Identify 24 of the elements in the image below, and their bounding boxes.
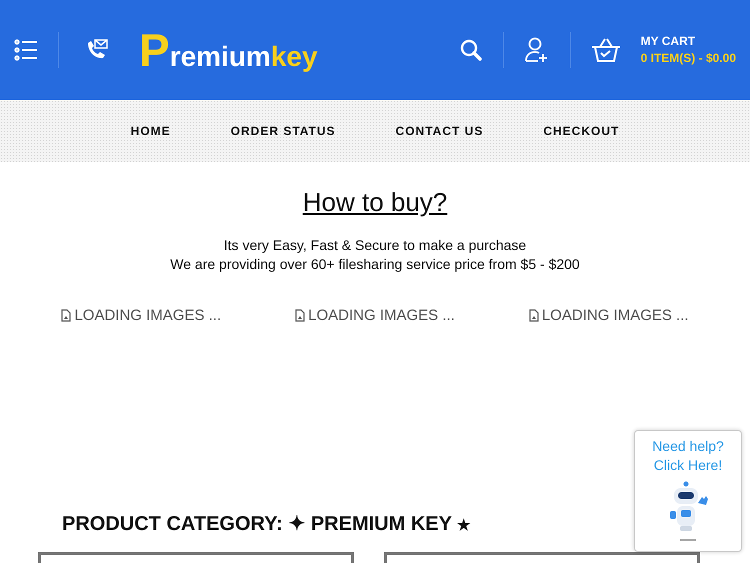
nav-link[interactable]: CONTACT US	[396, 124, 484, 138]
intro-text: Its very Easy, Fast & Secure to make a purchase	[222, 236, 528, 255]
menu-icon[interactable]	[14, 39, 38, 61]
image-file-icon	[528, 309, 539, 322]
nav-link[interactable]: ORDER STATUS	[230, 124, 336, 138]
loading-text: LOADING IMAGES ...	[74, 307, 222, 324]
intro-text: We are providing over 60+ filesharing service price from $5 - $200	[169, 255, 581, 274]
nav-link[interactable]: CHECKOUT	[543, 124, 620, 138]
page-title: How to buy?	[302, 187, 448, 218]
basket-icon[interactable]	[590, 37, 621, 63]
search-icon[interactable]	[458, 38, 483, 62]
image-file-icon	[295, 309, 306, 322]
nav-link[interactable]: HOME	[130, 124, 171, 138]
loading-text: LOADING IMAGES ...	[542, 307, 689, 324]
loading-text: LOADING IMAGES ...	[308, 307, 455, 324]
category-heading: PRODUCT CATEGORY: ✦ PREMIUM KEY ★	[62, 513, 470, 535]
image-file-icon	[61, 309, 72, 322]
cart-title[interactable]: MY CART	[640, 33, 736, 50]
help-widget[interactable]: Need help? Click Here!	[634, 430, 742, 552]
cart-summary[interactable]: 0 ITEM(S) - $0.00	[640, 50, 736, 67]
logo[interactable]: Premiumkey	[139, 27, 318, 73]
help-text[interactable]: Click Here!	[654, 456, 722, 475]
add-user-icon[interactable]	[524, 37, 550, 63]
help-text[interactable]: Need help?	[652, 437, 724, 456]
